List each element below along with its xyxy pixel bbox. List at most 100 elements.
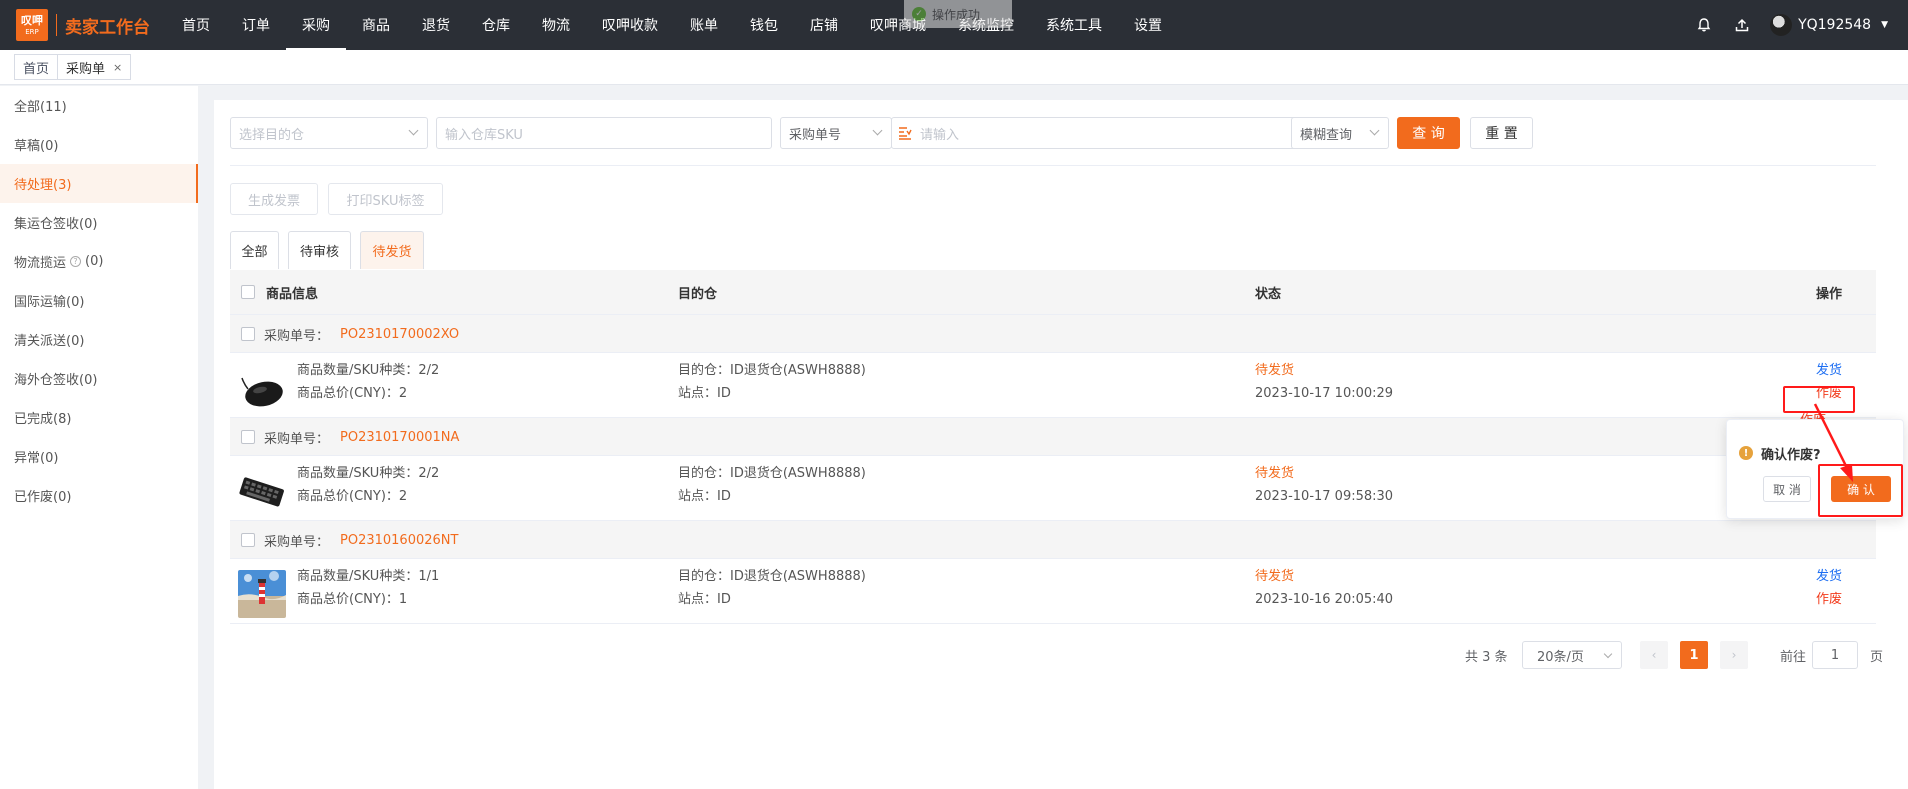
chevron-down-icon xyxy=(1603,649,1613,659)
keyword-input[interactable]: 请输入 xyxy=(891,117,1298,149)
order-group-row: 采购单号： PO2310170001NA xyxy=(230,418,1876,456)
menu-item-wallet[interactable]: 钱包 xyxy=(734,0,794,50)
col-ops: 操作 xyxy=(1816,287,1843,302)
menu-item-logistics[interactable]: 物流 xyxy=(526,0,586,50)
product-image-lighthouse[interactable] xyxy=(238,570,286,618)
generate-invoice-button[interactable]: 生成发票 xyxy=(230,183,318,215)
order-checkbox[interactable] xyxy=(241,327,255,341)
menu-item-orders[interactable]: 订单 xyxy=(226,0,286,50)
sidebar-item-all[interactable]: 全部(11) xyxy=(0,86,198,125)
sidebar-item-draft[interactable]: 草稿(0) xyxy=(0,125,198,164)
highlight-box-void xyxy=(1783,386,1855,413)
chevron-down-icon xyxy=(872,125,883,136)
username[interactable]: YQ192548 xyxy=(1798,17,1871,33)
order-time: 2023-10-17 09:58:30 xyxy=(1255,489,1394,504)
menu-item-warehouse[interactable]: 仓库 xyxy=(466,0,526,50)
sidebar-item-voided[interactable]: 已作废(0) xyxy=(0,476,198,515)
cancel-button[interactable]: 取 消 xyxy=(1763,476,1811,502)
sku-input[interactable]: 输入仓库SKU xyxy=(436,117,772,149)
logo-text: 卖家工作台 xyxy=(65,17,150,38)
void-link[interactable]: 作废 xyxy=(1816,588,1842,611)
sidebar-item-customs-delivery[interactable]: 清关派送(0) xyxy=(0,320,198,359)
sidebar-item-overseas-received[interactable]: 海外仓签收(0) xyxy=(0,359,198,398)
page-number-current[interactable]: 1 xyxy=(1680,641,1708,669)
sidebar-item-intl-shipping[interactable]: 国际运输(0) xyxy=(0,281,198,320)
menu-item-home[interactable]: 首页 xyxy=(166,0,226,50)
next-page-button[interactable]: › xyxy=(1720,641,1748,669)
bell-icon[interactable] xyxy=(1694,15,1714,35)
check-icon: ✓ xyxy=(912,7,926,21)
menu-item-products[interactable]: 商品 xyxy=(346,0,406,50)
menu-item-bills[interactable]: 账单 xyxy=(674,0,734,50)
brand-logo[interactable]: 叹呷 ERP 卖家工作台 xyxy=(16,9,150,41)
close-icon[interactable]: × xyxy=(113,61,122,74)
sidebar-item-logistics-pickup[interactable]: 物流揽运 ? (0) xyxy=(0,242,198,281)
tab-all[interactable]: 全部 xyxy=(230,231,279,269)
page-size-select[interactable]: 20条/页 xyxy=(1522,641,1622,669)
tab-home[interactable]: 首页 xyxy=(14,54,59,80)
ship-link[interactable]: 发货 xyxy=(1816,565,1842,588)
col-product: 商品信息 xyxy=(266,287,319,302)
sidebar-item-completed[interactable]: 已完成(8) xyxy=(0,398,198,437)
menu-item-shop[interactable]: 店铺 xyxy=(794,0,854,50)
order-checkbox[interactable] xyxy=(241,430,255,444)
select-all-checkbox[interactable] xyxy=(241,285,255,299)
table-row: 商品数量/SKU种类：2/2 商品总价(CNY)：2 目的仓：ID退货仓(ASW… xyxy=(230,456,1876,521)
po-number[interactable]: PO2310160026NT xyxy=(340,521,458,559)
divider xyxy=(230,165,1876,166)
product-qty: 商品数量/SKU种类：1/1 xyxy=(297,569,440,584)
reset-button[interactable]: 重 置 xyxy=(1470,117,1533,149)
product-total: 商品总价(CNY)：2 xyxy=(297,386,408,401)
col-warehouse: 目的仓 xyxy=(678,287,718,302)
order-group-row: 采购单号： PO2310160026NT xyxy=(230,521,1876,559)
batch-input-icon[interactable] xyxy=(898,126,912,140)
site: 站点：ID xyxy=(678,592,731,607)
ship-link[interactable]: 发货 xyxy=(1816,359,1842,382)
order-time: 2023-10-16 20:05:40 xyxy=(1255,592,1394,607)
po-number[interactable]: PO2310170002XO xyxy=(340,315,459,353)
sidebar-item-pending[interactable]: 待处理(3) xyxy=(0,164,198,203)
match-mode-select[interactable]: 模糊查询 xyxy=(1291,117,1389,149)
table-header: 商品信息 目的仓 状态 操作 xyxy=(230,270,1876,315)
chevron-down-icon xyxy=(1369,125,1380,136)
tab-pending-review[interactable]: 待审核 xyxy=(288,231,351,269)
caret-down-icon[interactable]: ▼ xyxy=(1881,20,1888,30)
top-navbar: 叹呷 ERP 卖家工作台 首页 订单 采购 商品 退货 仓库 物流 叹呷收款 账… xyxy=(0,0,1908,50)
menu-item-purchase[interactable]: 采购 xyxy=(286,0,346,50)
product-qty: 商品数量/SKU种类：2/2 xyxy=(297,466,440,481)
sidebar-item-consolidation-received[interactable]: 集运仓签收(0) xyxy=(0,203,198,242)
col-status: 状态 xyxy=(1255,287,1282,302)
warehouse-select[interactable]: 选择目的仓 xyxy=(230,117,428,149)
menu-item-settings[interactable]: 设置 xyxy=(1118,0,1178,50)
product-image-mouse[interactable] xyxy=(238,364,286,412)
highlight-box-confirm xyxy=(1818,464,1903,517)
order-group-row: 采购单号： PO2310170002XO xyxy=(230,315,1876,353)
upload-icon[interactable] xyxy=(1732,15,1752,35)
total-count: 共 3 条 xyxy=(1465,649,1508,665)
order-type-select[interactable]: 采购单号 xyxy=(780,117,892,149)
status-sidebar: 全部(11) 草稿(0) 待处理(3) 集运仓签收(0) 物流揽运 ? (0) … xyxy=(0,86,198,789)
search-button[interactable]: 查 询 xyxy=(1397,117,1460,149)
dest-warehouse: 目的仓：ID退货仓(ASWH8888) xyxy=(678,466,866,481)
site: 站点：ID xyxy=(678,489,731,504)
order-checkbox[interactable] xyxy=(241,533,255,547)
user-area: YQ192548 ▼ xyxy=(1676,0,1888,50)
menu-item-payments[interactable]: 叹呷收款 xyxy=(586,0,674,50)
tab-pending-shipment[interactable]: 待发货 xyxy=(360,231,424,269)
print-sku-label-button[interactable]: 打印SKU标签 xyxy=(328,183,443,215)
site: 站点：ID xyxy=(678,386,731,401)
prev-page-button[interactable]: ‹ xyxy=(1640,641,1668,669)
goto-page-input[interactable]: 1 xyxy=(1812,641,1858,669)
po-number[interactable]: PO2310170001NA xyxy=(340,418,459,456)
table-row: 商品数量/SKU种类：1/1 商品总价(CNY)：1 目的仓：ID退货仓(ASW… xyxy=(230,559,1876,624)
tab-purchase-orders[interactable]: 采购单 × xyxy=(57,54,132,80)
menu-item-tools[interactable]: 系统工具 xyxy=(1030,0,1118,50)
status-badge: 待发货 xyxy=(1255,466,1295,481)
sidebar-item-exception[interactable]: 异常(0) xyxy=(0,437,198,476)
status-badge: 待发货 xyxy=(1255,569,1295,584)
help-icon[interactable]: ? xyxy=(70,256,82,267)
product-image-keyboard[interactable] xyxy=(238,467,286,515)
product-total: 商品总价(CNY)：1 xyxy=(297,592,408,607)
menu-item-returns[interactable]: 退货 xyxy=(406,0,466,50)
avatar[interactable] xyxy=(1770,14,1793,36)
